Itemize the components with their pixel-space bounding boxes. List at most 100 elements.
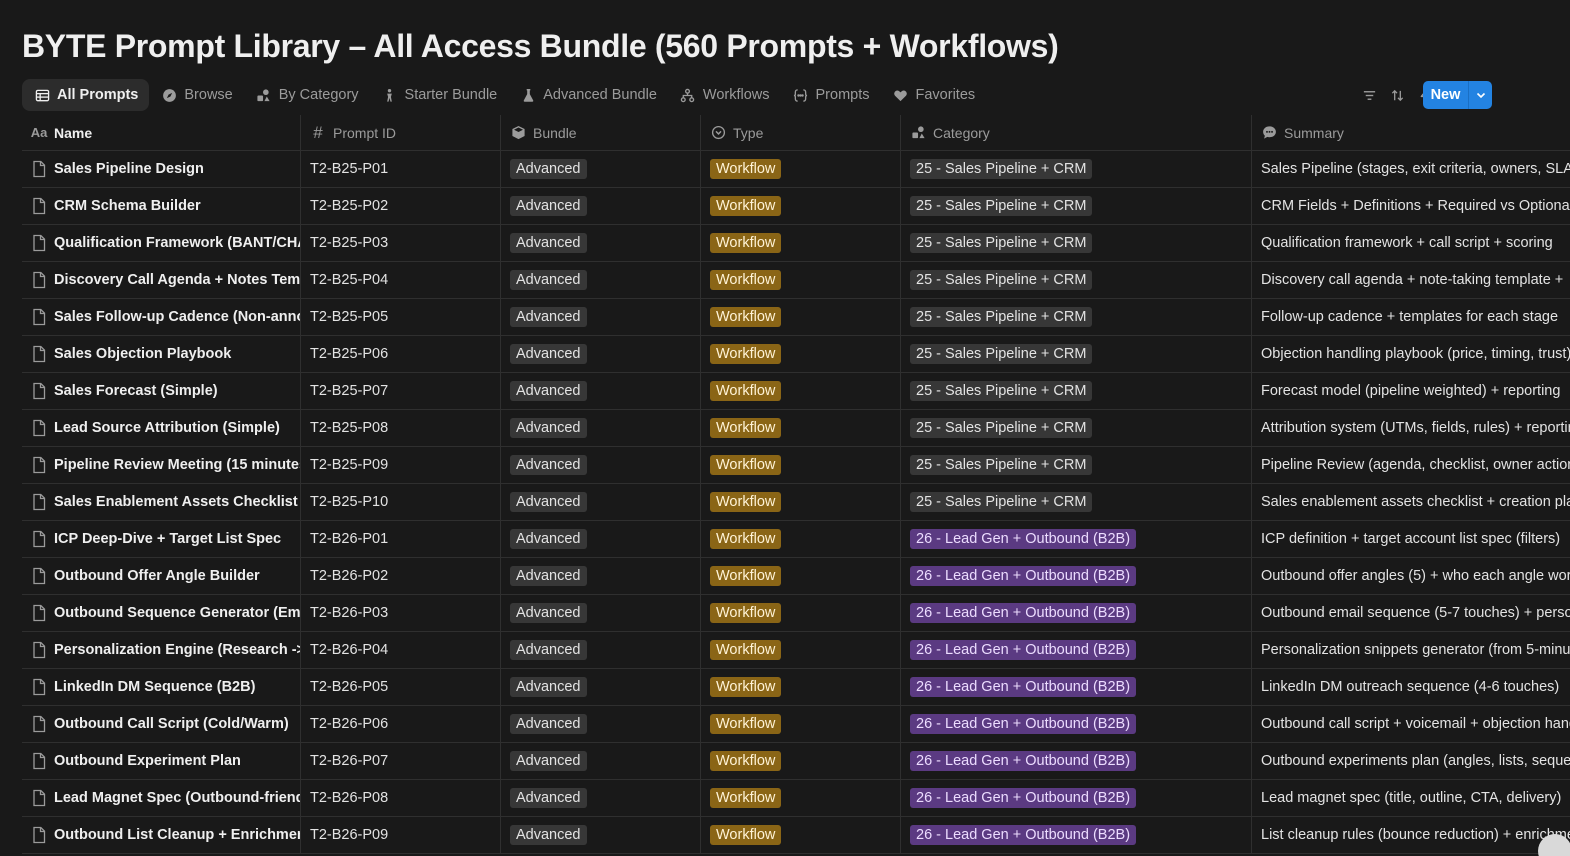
name-cell[interactable]: Outbound Experiment Plan [22, 743, 301, 779]
summary-cell[interactable]: CRM Fields + Definitions + Required vs O… [1252, 188, 1570, 224]
summary-cell[interactable]: Outbound call script + voicemail + objec… [1252, 706, 1570, 742]
type-cell[interactable]: Workflow [701, 743, 901, 779]
name-cell[interactable]: Outbound Offer Angle Builder [22, 558, 301, 594]
category-cell[interactable]: 26 - Lead Gen + Outbound (B2B) [901, 521, 1252, 557]
bundle-cell[interactable]: Advanced [501, 632, 701, 668]
table-row[interactable]: Outbound Offer Angle Builder T2-B26-P02 Ad… [22, 558, 1570, 595]
name-cell[interactable]: Discovery Call Agenda + Notes Template [22, 262, 301, 298]
category-cell[interactable]: 25 - Sales Pipeline + CRM [901, 262, 1252, 298]
category-cell[interactable]: 25 - Sales Pipeline + CRM [901, 225, 1252, 261]
type-cell[interactable]: Workflow [701, 447, 901, 483]
summary-cell[interactable]: Sales Pipeline (stages, exit criteria, o… [1252, 151, 1570, 187]
name-cell[interactable]: LinkedIn DM Sequence (B2B) [22, 669, 301, 705]
bundle-cell[interactable]: Advanced [501, 373, 701, 409]
bundle-cell[interactable]: Advanced [501, 817, 701, 853]
type-cell[interactable]: Workflow [701, 484, 901, 520]
column-header-prompt-id[interactable]: # Prompt ID [301, 115, 501, 150]
name-cell[interactable]: Sales Follow-up Cadence (Non-annoying) [22, 299, 301, 335]
prompt-id-cell[interactable]: T2-B25-P09 [301, 447, 501, 483]
type-cell[interactable]: Workflow [701, 373, 901, 409]
table-row[interactable]: Sales Pipeline Design T2-B25-P01 Advanced W… [22, 151, 1570, 188]
bundle-cell[interactable]: Advanced [501, 521, 701, 557]
type-cell[interactable]: Workflow [701, 521, 901, 557]
category-cell[interactable]: 26 - Lead Gen + Outbound (B2B) [901, 595, 1252, 631]
bundle-cell[interactable]: Advanced [501, 299, 701, 335]
bundle-cell[interactable]: Advanced [501, 595, 701, 631]
table-row[interactable]: Lead Source Attribution (Simple) T2-B25-P… [22, 410, 1570, 447]
prompt-id-cell[interactable]: T2-B25-P06 [301, 336, 501, 372]
column-header-type[interactable]: Type [701, 115, 901, 150]
tab-browse[interactable]: Browse [149, 79, 243, 111]
type-cell[interactable]: Workflow [701, 817, 901, 853]
table-row[interactable]: Outbound List Cleanup + Enrichment T2-B26… [22, 817, 1570, 854]
name-cell[interactable]: Sales Objection Playbook [22, 336, 301, 372]
type-cell[interactable]: Workflow [701, 188, 901, 224]
summary-cell[interactable]: Discovery call agenda + note-taking temp… [1252, 262, 1570, 298]
prompt-id-cell[interactable]: T2-B25-P02 [301, 188, 501, 224]
category-cell[interactable]: 26 - Lead Gen + Outbound (B2B) [901, 706, 1252, 742]
category-cell[interactable]: 25 - Sales Pipeline + CRM [901, 484, 1252, 520]
category-cell[interactable]: 26 - Lead Gen + Outbound (B2B) [901, 558, 1252, 594]
category-cell[interactable]: 25 - Sales Pipeline + CRM [901, 373, 1252, 409]
tab-by-category[interactable]: By Category [244, 79, 370, 111]
name-cell[interactable]: Personalization Engine (Research -> Snip… [22, 632, 301, 668]
filter-button[interactable] [1358, 82, 1380, 108]
bundle-cell[interactable]: Advanced [501, 336, 701, 372]
new-button[interactable]: New [1423, 81, 1469, 109]
column-header-bundle[interactable]: Bundle [501, 115, 701, 150]
type-cell[interactable]: Workflow [701, 780, 901, 816]
prompt-id-cell[interactable]: T2-B26-P02 [301, 558, 501, 594]
prompt-id-cell[interactable]: T2-B26-P09 [301, 817, 501, 853]
bundle-cell[interactable]: Advanced [501, 188, 701, 224]
bundle-cell[interactable]: Advanced [501, 410, 701, 446]
table-row[interactable]: Sales Forecast (Simple) T2-B25-P07 Advance… [22, 373, 1570, 410]
type-cell[interactable]: Workflow [701, 595, 901, 631]
summary-cell[interactable]: ICP definition + target account list spe… [1252, 521, 1570, 557]
summary-cell[interactable]: Outbound offer angles (5) + who each ang… [1252, 558, 1570, 594]
summary-cell[interactable]: Attribution system (UTMs, fields, rules)… [1252, 410, 1570, 446]
table-row[interactable]: Personalization Engine (Research -> Snip… [22, 632, 1570, 669]
table-row[interactable]: ICP Deep-Dive + Target List Spec T2-B26-P… [22, 521, 1570, 558]
bundle-cell[interactable]: Advanced [501, 558, 701, 594]
summary-cell[interactable]: Objection handling playbook (price, timi… [1252, 336, 1570, 372]
name-cell[interactable]: Lead Magnet Spec (Outbound-friendly) [22, 780, 301, 816]
category-cell[interactable]: 25 - Sales Pipeline + CRM [901, 151, 1252, 187]
tab-all-prompts[interactable]: All Prompts [22, 79, 150, 111]
prompt-id-cell[interactable]: T2-B26-P06 [301, 706, 501, 742]
summary-cell[interactable]: LinkedIn DM outreach sequence (4-6 touch… [1252, 669, 1570, 705]
bundle-cell[interactable]: Advanced [501, 151, 701, 187]
prompt-id-cell[interactable]: T2-B26-P04 [301, 632, 501, 668]
name-cell[interactable]: Outbound Call Script (Cold/Warm) [22, 706, 301, 742]
prompt-id-cell[interactable]: T2-B25-P07 [301, 373, 501, 409]
category-cell[interactable]: 25 - Sales Pipeline + CRM [901, 410, 1252, 446]
type-cell[interactable]: Workflow [701, 706, 901, 742]
column-header-category[interactable]: Category [901, 115, 1252, 150]
type-cell[interactable]: Workflow [701, 225, 901, 261]
bundle-cell[interactable]: Advanced [501, 743, 701, 779]
tab-favorites[interactable]: Favorites [881, 79, 987, 111]
table-row[interactable]: Sales Objection Playbook T2-B25-P06 Advanc… [22, 336, 1570, 373]
table-row[interactable]: CRM Schema Builder T2-B25-P02 Advanced Work… [22, 188, 1570, 225]
summary-cell[interactable]: Qualification framework + call script + … [1252, 225, 1570, 261]
tab-workflows[interactable]: Workflows [668, 79, 781, 111]
name-cell[interactable]: Qualification Framework (BANT/CHAMP) [22, 225, 301, 261]
summary-cell[interactable]: Outbound experiments plan (angles, lists… [1252, 743, 1570, 779]
table-row[interactable]: Lead Magnet Spec (Outbound-friendly) T2-B… [22, 780, 1570, 817]
summary-cell[interactable]: Outbound email sequence (5-7 touches) + … [1252, 595, 1570, 631]
category-cell[interactable]: 25 - Sales Pipeline + CRM [901, 447, 1252, 483]
prompt-id-cell[interactable]: T2-B25-P03 [301, 225, 501, 261]
tab-starter-bundle[interactable]: Starter Bundle [370, 79, 509, 111]
table-row[interactable]: LinkedIn DM Sequence (B2B) T2-B26-P05 Adva… [22, 669, 1570, 706]
prompt-id-cell[interactable]: T2-B25-P10 [301, 484, 501, 520]
table-row[interactable]: Outbound Call Script (Cold/Warm) T2-B26-P… [22, 706, 1570, 743]
bundle-cell[interactable]: Advanced [501, 669, 701, 705]
prompt-id-cell[interactable]: T2-B26-P07 [301, 743, 501, 779]
type-cell[interactable]: Workflow [701, 558, 901, 594]
table-row[interactable]: Pipeline Review Meeting (15 minutes) T2-B… [22, 447, 1570, 484]
category-cell[interactable]: 26 - Lead Gen + Outbound (B2B) [901, 780, 1252, 816]
bundle-cell[interactable]: Advanced [501, 706, 701, 742]
name-cell[interactable]: Sales Pipeline Design [22, 151, 301, 187]
table-row[interactable]: Outbound Experiment Plan T2-B26-P07 Advanc… [22, 743, 1570, 780]
summary-cell[interactable]: Follow-up cadence + templates for each s… [1252, 299, 1570, 335]
prompt-id-cell[interactable]: T2-B25-P05 [301, 299, 501, 335]
